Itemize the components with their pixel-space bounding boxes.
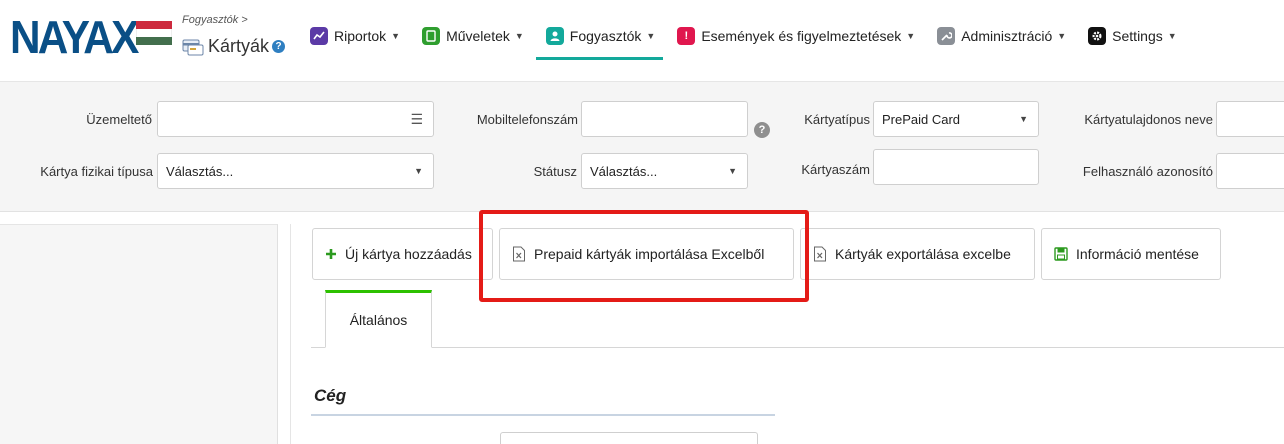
nav-label: Riportok: [334, 28, 387, 44]
user-id-label: Felhasználó azonosító: [1082, 164, 1213, 179]
section-divider: [311, 414, 775, 416]
gear-icon: [1088, 27, 1107, 45]
card-number-input[interactable]: [873, 149, 1039, 185]
help-icon[interactable]: ?: [272, 40, 286, 53]
chevron-down-icon: ▼: [514, 31, 524, 41]
import-prepaid-excel-button[interactable]: Prepaid kártyák importálása Excelből: [499, 228, 794, 280]
top-header: NAYAX Fogyasztók > Kártyák ? Riportok ▼: [0, 0, 1284, 82]
left-panel: [0, 224, 278, 444]
chevron-down-icon: ▼: [1167, 31, 1177, 41]
status-select[interactable]: Választás... ▼: [581, 153, 748, 189]
chevron-down-icon: ▼: [728, 166, 737, 176]
help-icon[interactable]: ?: [754, 122, 770, 138]
add-card-label: Új kártya hozzáadás: [345, 246, 472, 262]
card-icon: [182, 38, 204, 56]
physical-type-value: Választás...: [166, 163, 234, 179]
card-type-value: PrePaid Card: [882, 111, 961, 127]
logo-text: NAYAX: [10, 11, 139, 63]
tab-label: Általános: [349, 312, 408, 328]
export-cards-excel-button[interactable]: Kártyák exportálása excelbe: [800, 228, 1035, 280]
operator-field[interactable]: ☰: [157, 101, 434, 137]
nav-label: Események és figyelmeztetések: [701, 28, 902, 44]
save-info-button[interactable]: Információ mentése: [1041, 228, 1221, 280]
hungary-flag-icon[interactable]: [136, 21, 172, 45]
nav-riportok[interactable]: Riportok ▼: [310, 18, 400, 54]
chevron-down-icon: ▼: [391, 31, 401, 41]
card-owner-input[interactable]: [1216, 101, 1284, 137]
operator-label: Üzemeltető: [86, 112, 152, 127]
nav-label: Adminisztráció: [961, 28, 1053, 44]
chevron-down-icon: ▼: [906, 31, 916, 41]
add-card-button[interactable]: Új kártya hozzáadás: [312, 228, 493, 280]
section-title: Cég: [314, 386, 347, 405]
plus-icon: [325, 248, 337, 260]
nav-label: Fogyasztók: [569, 28, 642, 44]
main-nav: Riportok ▼ Műveletek ▼ Fogyasztók ▼ ! Es…: [310, 18, 1199, 60]
excel-file-icon: [512, 246, 526, 262]
card-type-select[interactable]: PrePaid Card ▼: [873, 101, 1039, 137]
breadcrumb[interactable]: Fogyasztók >: [182, 14, 248, 26]
admin-icon: [937, 27, 956, 45]
status-value: Választás...: [590, 163, 658, 179]
nav-label: Műveletek: [446, 28, 510, 44]
status-label: Státusz: [533, 164, 577, 179]
physical-type-select[interactable]: Választás... ▼: [157, 153, 434, 189]
excel-file-icon: [813, 246, 827, 262]
card-number-label: Kártyaszám: [801, 162, 870, 177]
nayax-logo[interactable]: NAYAX: [10, 14, 148, 60]
filter-panel: Üzemeltető ☰ Mobiltelefonszám ? Kártyatí…: [0, 82, 1284, 212]
page-title: Kártyák ?: [182, 36, 286, 57]
export-cards-label: Kártyák exportálása excelbe: [835, 246, 1011, 262]
nav-label: Settings: [1112, 28, 1163, 44]
page-title-text: Kártyák: [208, 36, 270, 56]
card-owner-label: Kártyatulajdonos neve: [1084, 112, 1213, 127]
mobile-input[interactable]: [581, 101, 748, 137]
nav-esemenyek[interactable]: ! Események és figyelmeztetések ▼: [677, 18, 915, 54]
nav-muveletek[interactable]: Műveletek ▼: [422, 18, 524, 54]
chevron-down-icon: ▼: [1057, 31, 1067, 41]
nav-fogyasztok[interactable]: Fogyasztók ▼: [535, 18, 663, 60]
chevron-down-icon: ▼: [1019, 114, 1028, 124]
nav-adminisztracio[interactable]: Adminisztráció ▼: [937, 18, 1066, 54]
tab-bar: [311, 300, 1284, 348]
alert-icon: !: [677, 27, 696, 45]
mobile-label: Mobiltelefonszám: [476, 112, 578, 127]
save-info-label: Információ mentése: [1076, 246, 1199, 262]
operations-icon: [422, 27, 441, 45]
chart-icon: [310, 27, 328, 45]
physical-type-label: Kártya fizikai típusa: [40, 164, 153, 179]
tab-altalanos[interactable]: Általános: [325, 290, 432, 348]
company-field[interactable]: [500, 432, 758, 444]
consumers-icon: [545, 27, 564, 45]
save-icon: [1054, 247, 1068, 261]
user-id-input[interactable]: [1216, 153, 1284, 189]
chevron-down-icon: ▼: [414, 166, 423, 176]
import-prepaid-label: Prepaid kártyák importálása Excelből: [534, 246, 765, 262]
nav-settings[interactable]: Settings ▼: [1088, 18, 1177, 54]
chevron-down-icon: ▼: [646, 31, 656, 41]
card-type-label: Kártyatípus: [804, 112, 870, 127]
list-icon[interactable]: ☰: [410, 111, 423, 128]
